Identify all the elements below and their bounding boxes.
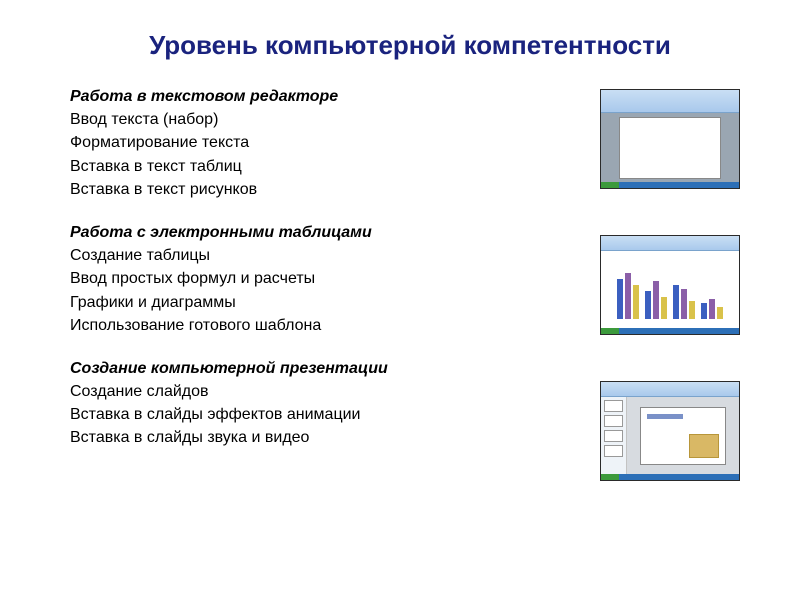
- section-item: Создание таблицы: [70, 244, 600, 267]
- section-item: Вставка в текст таблиц: [70, 155, 600, 178]
- content-placeholder-icon: [689, 434, 719, 458]
- blank-page: [619, 117, 721, 179]
- taskbar: [601, 328, 739, 334]
- excel-chart-screenshot-icon: [600, 235, 740, 335]
- section-spreadsheets: Работа с электронными таблицами Создание…: [70, 221, 600, 337]
- start-button-icon: [601, 328, 619, 334]
- section-text-editor: Работа в текстовом редакторе Ввод текста…: [70, 85, 600, 201]
- bar-group: [645, 281, 667, 319]
- slide-thumb-icon: [604, 400, 623, 412]
- taskbar: [601, 474, 739, 480]
- section-presentation: Создание компьютерной презентации Создан…: [70, 357, 600, 450]
- bar: [717, 307, 723, 319]
- taskbar: [601, 182, 739, 188]
- slide-thumb-icon: [604, 415, 623, 427]
- section-item: Вставка в текст рисунков: [70, 178, 600, 201]
- bar-group: [673, 285, 695, 319]
- bar: [673, 285, 679, 319]
- start-button-icon: [601, 474, 619, 480]
- bar: [645, 291, 651, 319]
- section-item: Ввод простых формул и расчеты: [70, 267, 600, 290]
- section-heading: Работа в текстовом редакторе: [70, 88, 338, 105]
- document-area: [601, 113, 739, 183]
- powerpoint-screenshot-icon: [600, 381, 740, 481]
- bar: [625, 273, 631, 319]
- section-item: Форматирование текста: [70, 131, 600, 154]
- bar: [709, 299, 715, 319]
- bar: [689, 301, 695, 319]
- slide-thumb-icon: [604, 445, 623, 457]
- slide-thumb-icon: [604, 430, 623, 442]
- section-item: Вставка в слайды эффектов анимации: [70, 403, 600, 426]
- ppt-body: [601, 397, 739, 475]
- slide-title: Уровень компьютерной компетентности: [70, 30, 750, 61]
- slide-canvas: [627, 397, 739, 475]
- slide-panel: [601, 397, 627, 475]
- section-item: Использование готового шаблона: [70, 314, 600, 337]
- content-row: Работа в текстовом редакторе Ввод текста…: [70, 85, 750, 481]
- section-heading: Работа с электронными таблицами: [70, 224, 372, 241]
- section-item: Создание слайдов: [70, 380, 600, 403]
- section-item: Графики и диаграммы: [70, 291, 600, 314]
- bar: [701, 303, 707, 319]
- bar-chart-icon: [601, 251, 739, 329]
- text-column: Работа в текстовом редакторе Ввод текста…: [70, 85, 600, 481]
- window-titlebar: [601, 382, 739, 397]
- window-titlebar: [601, 236, 739, 251]
- slide-preview: [640, 407, 726, 465]
- bar: [681, 289, 687, 319]
- thumbnail-column: [600, 85, 750, 481]
- bar: [661, 297, 667, 319]
- bar: [617, 279, 623, 319]
- bar-group: [701, 299, 723, 319]
- title-placeholder-icon: [647, 414, 683, 419]
- section-heading: Создание компьютерной презентации: [70, 360, 388, 377]
- word-screenshot-icon: [600, 89, 740, 189]
- section-item: Вставка в слайды звука и видео: [70, 426, 600, 449]
- bar-group: [617, 273, 639, 319]
- section-item: Ввод текста (набор): [70, 108, 600, 131]
- slide: Уровень компьютерной компетентности Рабо…: [0, 0, 800, 600]
- bar: [633, 285, 639, 319]
- start-button-icon: [601, 182, 619, 188]
- bar: [653, 281, 659, 319]
- window-titlebar: [601, 90, 739, 113]
